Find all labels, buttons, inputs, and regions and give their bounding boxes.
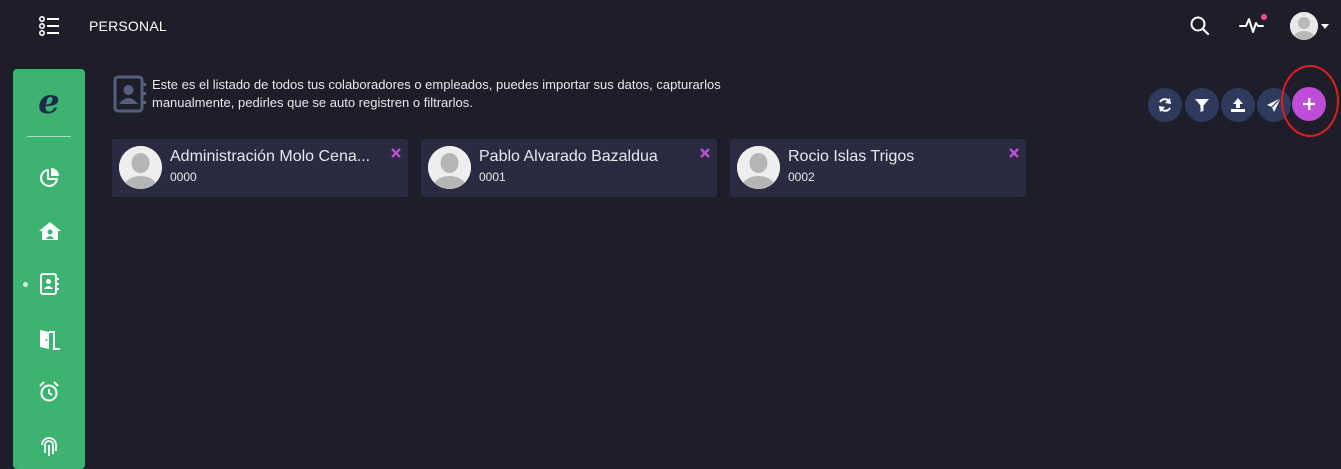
menu-list-icon[interactable] — [38, 15, 62, 37]
employee-name: Pablo Alvarado Bazaldua — [479, 148, 658, 165]
door-exit-icon — [40, 330, 60, 350]
contacts-book-icon — [40, 273, 59, 295]
contacts-book-icon — [113, 75, 147, 113]
search-icon[interactable] — [1189, 15, 1211, 37]
sidebar: e — [13, 69, 85, 469]
employee-code: 0001 — [479, 170, 506, 184]
employee-name: Administración Molo Cena... — [170, 148, 371, 165]
refresh-button[interactable] — [1148, 88, 1182, 122]
send-icon — [1267, 97, 1282, 112]
add-employee-button[interactable] — [1292, 87, 1326, 121]
employee-name: Rocio Islas Trigos — [788, 148, 915, 165]
sidebar-item-dashboard[interactable] — [13, 158, 85, 198]
employee-card[interactable]: Rocio Islas Trigos 0002 — [730, 139, 1026, 197]
sidebar-item-attendance[interactable] — [13, 426, 85, 466]
chevron-down-icon[interactable] — [1321, 24, 1329, 29]
employee-card[interactable]: Pablo Alvarado Bazaldua 0001 — [421, 139, 717, 197]
upload-button[interactable] — [1221, 88, 1255, 122]
filter-button[interactable] — [1185, 88, 1219, 122]
refresh-icon — [1159, 98, 1171, 112]
avatar — [428, 146, 471, 189]
home-user-icon — [39, 222, 61, 240]
sidebar-item-schedule[interactable] — [13, 372, 85, 412]
employee-code: 0000 — [170, 170, 197, 184]
active-indicator — [23, 282, 28, 287]
employee-code: 0002 — [788, 170, 815, 184]
brand-logo[interactable]: e — [13, 77, 85, 127]
info-line: Este es el listado de todos tus colabora… — [152, 77, 721, 92]
info-description: Este es el listado de todos tus colabora… — [152, 76, 812, 112]
chart-pie-icon — [40, 168, 59, 187]
activity-icon[interactable] — [1239, 13, 1269, 37]
close-icon[interactable] — [390, 146, 402, 158]
avatar — [737, 146, 780, 189]
user-avatar-icon[interactable] — [1290, 12, 1318, 40]
sidebar-item-exit[interactable] — [13, 319, 85, 359]
upload-icon — [1231, 98, 1245, 112]
close-icon[interactable] — [699, 146, 711, 158]
alarm-clock-icon — [39, 381, 59, 402]
notification-dot — [1261, 14, 1267, 20]
page-title: PERSONAL — [89, 18, 167, 34]
employee-card[interactable]: Administración Molo Cena... 0000 — [112, 139, 408, 197]
sidebar-item-contacts[interactable] — [13, 264, 85, 304]
top-bar: PERSONAL — [0, 0, 1341, 52]
info-line: manualmente, pedirles que se auto regist… — [152, 95, 473, 110]
close-icon[interactable] — [1008, 146, 1020, 158]
send-invite-button[interactable] — [1257, 88, 1291, 122]
sidebar-divider — [27, 136, 71, 137]
avatar — [119, 146, 162, 189]
sidebar-item-home[interactable] — [13, 211, 85, 251]
filter-icon — [1195, 99, 1209, 112]
fingerprint-icon — [41, 437, 57, 456]
plus-icon — [1303, 98, 1315, 110]
